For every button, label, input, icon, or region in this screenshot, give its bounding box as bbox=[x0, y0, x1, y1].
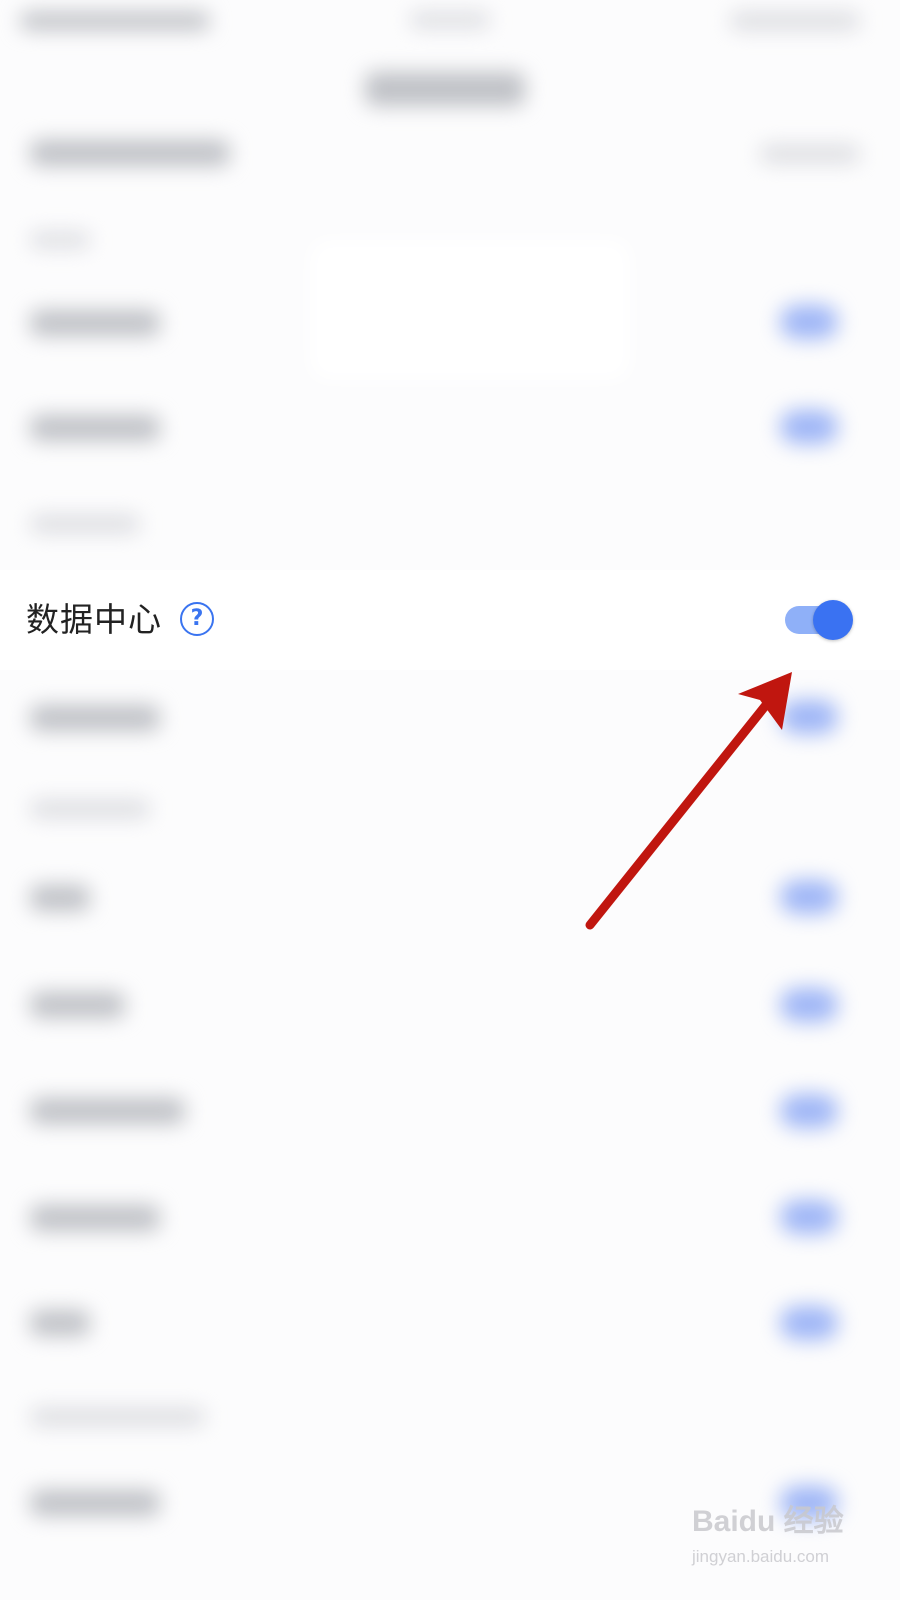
data-center-toggle[interactable] bbox=[785, 600, 853, 640]
watermark-main-text: Baidu 经验 bbox=[692, 1505, 844, 1538]
baidu-jingyan-watermark: Baidu 经验 jingyan.baidu.com bbox=[688, 1500, 888, 1590]
watermark-url-text: jingyan.baidu.com bbox=[692, 1547, 830, 1566]
setting-label: 数据中心 bbox=[26, 600, 162, 639]
setting-row-data-center: 数据中心 ? bbox=[0, 570, 900, 670]
toggle-knob bbox=[813, 600, 853, 640]
blurred-settings-background bbox=[0, 0, 900, 1600]
question-circle-icon[interactable]: ? bbox=[180, 602, 214, 636]
